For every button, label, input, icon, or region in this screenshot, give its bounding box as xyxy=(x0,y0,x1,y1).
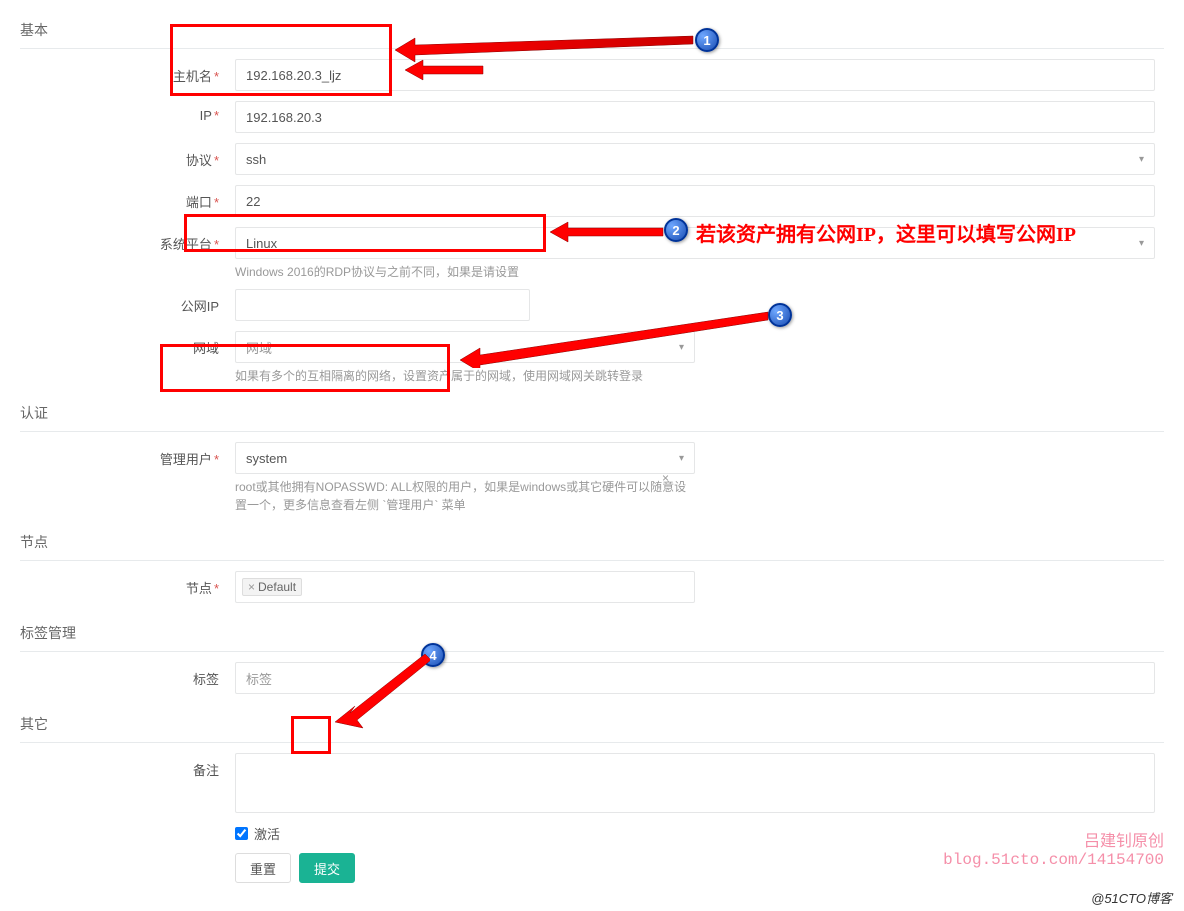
footer: @51CTO博客 xyxy=(1091,888,1172,907)
label-platform: 系统平台* xyxy=(20,227,235,253)
clear-icon[interactable]: × xyxy=(662,471,669,485)
public-ip-input[interactable] xyxy=(235,289,530,321)
protocol-select[interactable]: ssh▾ xyxy=(235,143,1155,175)
chevron-down-icon: ▾ xyxy=(679,342,684,353)
tag-select[interactable]: 标签 xyxy=(235,662,1155,694)
label-port: 端口* xyxy=(20,185,235,211)
admin-user-select[interactable]: system▾ xyxy=(235,442,695,474)
label-node: 节点* xyxy=(20,571,235,597)
callout-2-text: 若该资产拥有公网IP，这里可以填写公网IP xyxy=(696,218,1076,247)
chevron-down-icon: ▾ xyxy=(1139,238,1144,249)
label-hostname: 主机名* xyxy=(20,59,235,85)
active-label: 激活 xyxy=(254,824,280,843)
watermark: 吕建钊原创 blog.51cto.com/14154700 xyxy=(943,827,1164,869)
section-other: 其它 xyxy=(20,704,1164,743)
reset-button[interactable]: 重置 xyxy=(235,853,291,883)
domain-select[interactable]: 网域▾ xyxy=(235,331,695,363)
label-tag: 标签 xyxy=(20,662,235,688)
label-admin-user: 管理用户* xyxy=(20,442,235,468)
callout-1: 1 xyxy=(695,28,719,52)
label-remark: 备注 xyxy=(20,753,235,779)
helper-platform: Windows 2016的RDP协议与之前不同，如果是请设置 xyxy=(235,263,1155,281)
remark-textarea[interactable] xyxy=(235,753,1155,813)
section-tag: 标签管理 xyxy=(20,613,1164,652)
callout-4: 4 xyxy=(421,643,445,667)
node-tags[interactable]: ×Default xyxy=(235,571,695,603)
callout-2: 2 xyxy=(664,218,688,242)
section-basic: 基本 xyxy=(20,10,1164,49)
helper-admin-user: root或其他拥有NOPASSWD: ALL权限的用户，如果是windows或其… xyxy=(235,478,695,514)
label-protocol: 协议* xyxy=(20,143,235,169)
callout-3: 3 xyxy=(768,303,792,327)
helper-domain: 如果有多个的互相隔离的网络，设置资产属于的网域，使用网域网关跳转登录 xyxy=(235,367,695,385)
chevron-down-icon: ▾ xyxy=(679,453,684,464)
section-auth: 认证 xyxy=(20,393,1164,432)
active-checkbox[interactable] xyxy=(235,827,248,840)
ip-input[interactable] xyxy=(235,101,1155,133)
submit-button[interactable]: 提交 xyxy=(299,853,355,883)
section-node: 节点 xyxy=(20,522,1164,561)
label-ip: IP* xyxy=(20,101,235,123)
close-icon[interactable]: × xyxy=(248,580,255,594)
hostname-input[interactable] xyxy=(235,59,1155,91)
chevron-down-icon: ▾ xyxy=(1139,154,1144,165)
label-domain: 网域 xyxy=(20,331,235,357)
port-input[interactable] xyxy=(235,185,1155,217)
label-public-ip: 公网IP xyxy=(20,289,235,315)
tag-default[interactable]: ×Default xyxy=(242,578,302,596)
